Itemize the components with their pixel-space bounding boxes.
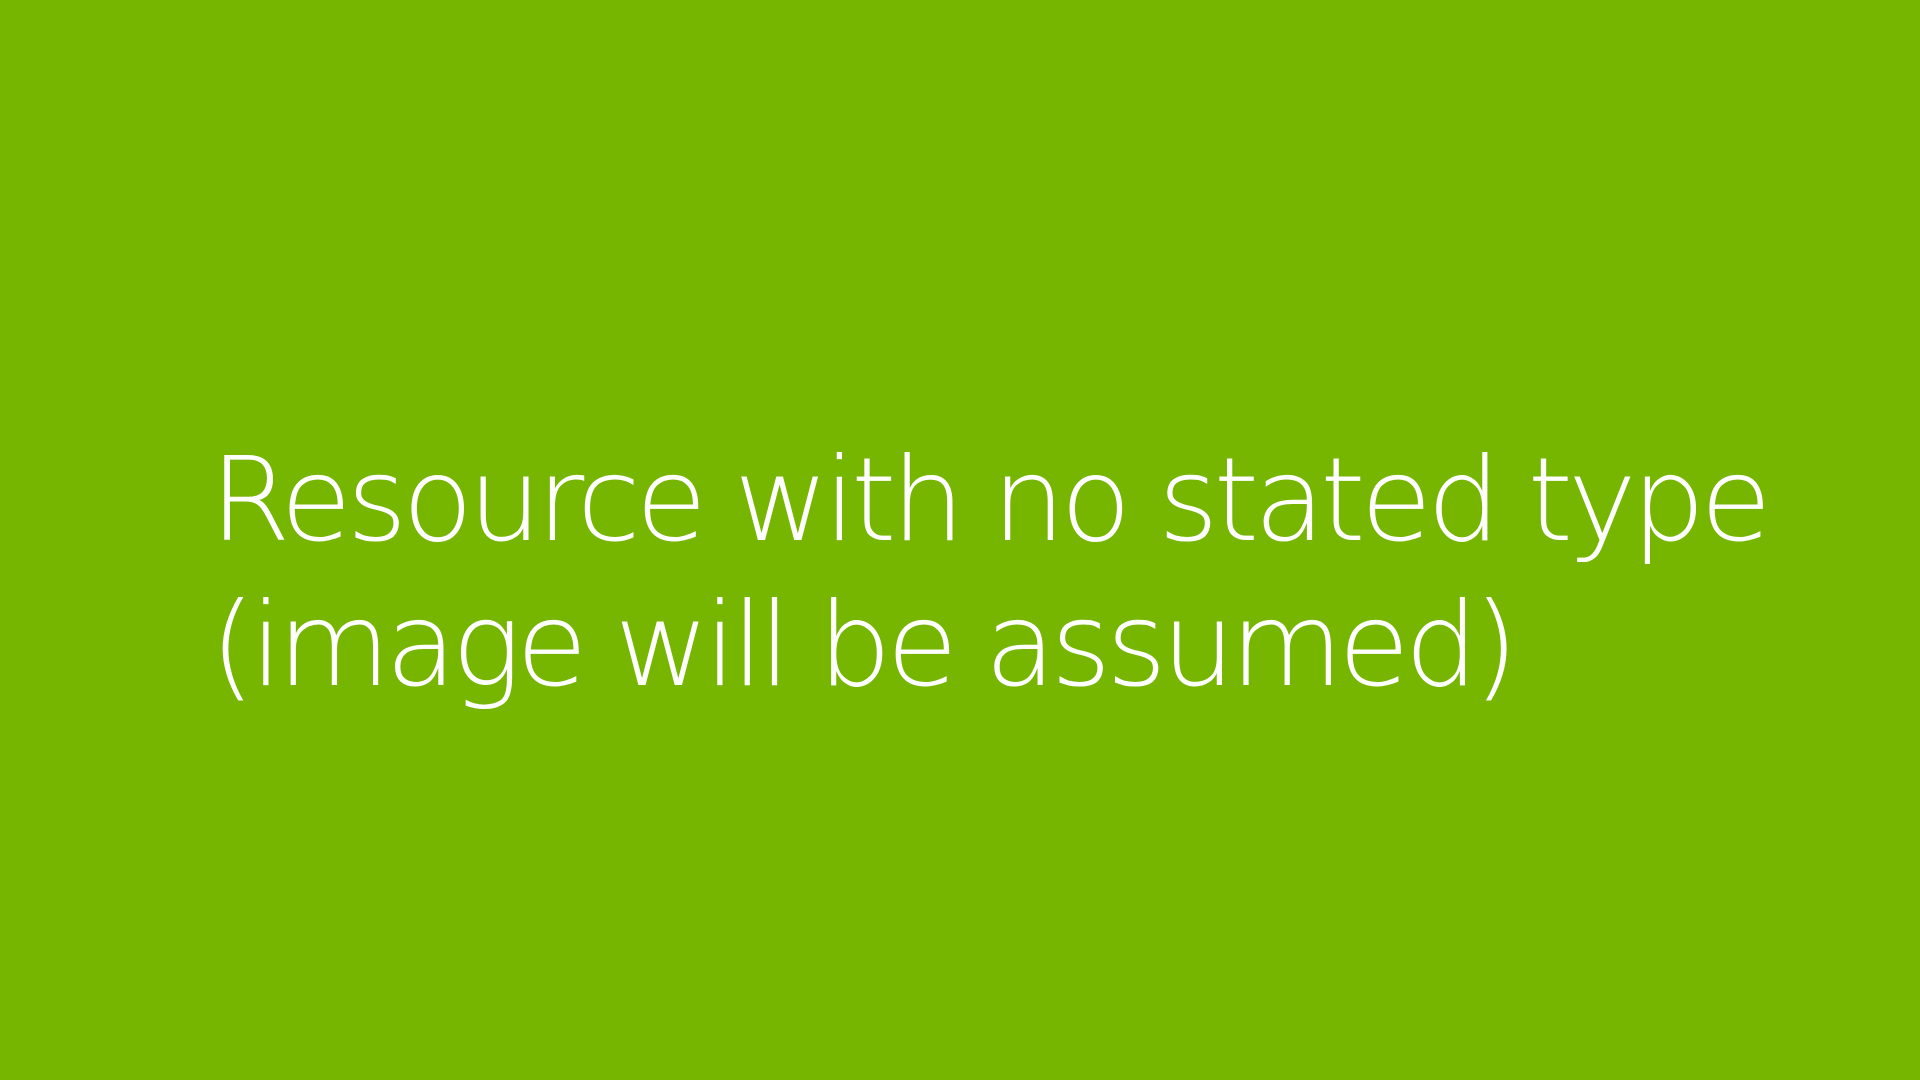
placeholder-slide: Resource with no stated type (image will…: [0, 0, 1920, 1080]
message-line-2: (image will be assumed): [210, 578, 1518, 713]
placeholder-message: Resource with no stated type (image will…: [210, 428, 1772, 718]
message-line-1: Resource with no stated type: [210, 433, 1772, 568]
